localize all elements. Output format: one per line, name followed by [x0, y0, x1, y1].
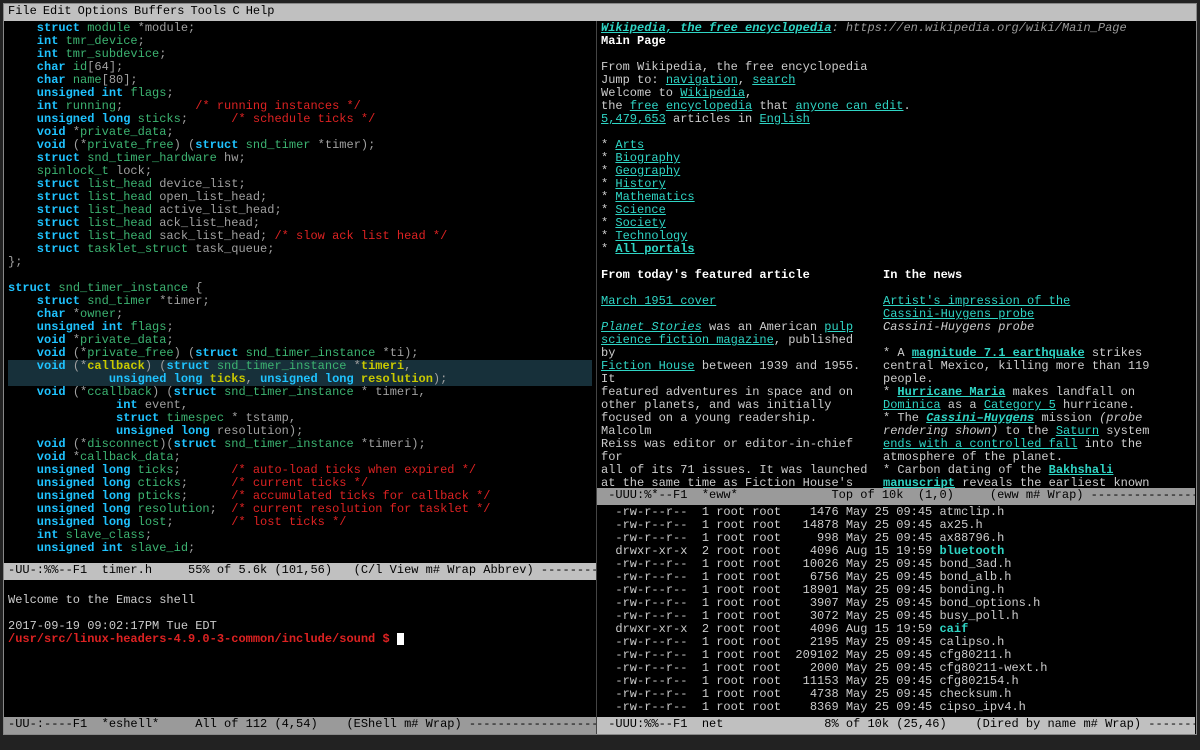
news-caption: Cassini-Huygens probe	[883, 320, 1034, 334]
source-buffer[interactable]: struct module *module; int tmr_device; i…	[4, 21, 596, 563]
portal-link[interactable]: All portals	[615, 242, 694, 256]
portal-link[interactable]: Science	[615, 203, 665, 217]
welcome-label: Welcome to	[601, 86, 680, 100]
menu-help[interactable]: Help	[246, 5, 275, 20]
portal-link[interactable]: Biography	[615, 151, 680, 165]
dired-entry[interactable]: caif	[939, 622, 968, 636]
dired-entry[interactable]: bonding.h	[939, 583, 1004, 597]
anyone-edit-link[interactable]: anyone can edit	[795, 99, 903, 113]
dired-entry[interactable]: ax88796.h	[939, 531, 1004, 545]
eshell-buffer[interactable]: Welcome to the Emacs shell 2017-09-19 09…	[4, 580, 596, 717]
dired-entry[interactable]: bond_3ad.h	[939, 557, 1011, 571]
portal-link[interactable]: Geography	[615, 164, 680, 178]
portal-link[interactable]: Arts	[615, 138, 644, 152]
news-image-link-2[interactable]: Cassini-Huygens probe	[883, 307, 1034, 321]
wikipedia-link[interactable]: Wikipedia	[680, 86, 745, 100]
left-column: struct module *module; int tmr_device; i…	[4, 21, 597, 734]
window-split: struct module *module; int tmr_device; i…	[4, 21, 1196, 734]
encyclopedia-link[interactable]: encyclopedia	[666, 99, 752, 113]
eshell-welcome: Welcome to the Emacs shell	[8, 593, 195, 607]
wiki-title: Wikipedia, the free encyclopedia	[601, 21, 831, 35]
dired-entry[interactable]: cipso_ipv4.h	[939, 700, 1025, 714]
modeline-source: -UU-:%%--F1 timer.h 55% of 5.6k (101,56)…	[4, 563, 596, 580]
featured-article-heading: From today's featured article	[601, 268, 810, 282]
portal-link[interactable]: Technology	[615, 229, 687, 243]
dired-entry[interactable]: cfg802154.h	[939, 674, 1018, 688]
cursor-icon	[397, 633, 404, 645]
news-image-link[interactable]: Artist's impression of the	[883, 294, 1070, 308]
free-link[interactable]: free	[630, 99, 659, 113]
dired-entry[interactable]: bond_options.h	[939, 596, 1040, 610]
portal-link[interactable]: History	[615, 177, 665, 191]
portal-link[interactable]: Mathematics	[615, 190, 694, 204]
eshell-prompt: /usr/src/linux-headers-4.9.0-3-common/in…	[8, 632, 390, 646]
menu-edit[interactable]: Edit	[43, 5, 72, 20]
menu-options[interactable]: Options	[78, 5, 128, 20]
featured-article-body: Planet Stories was an American pulpscien…	[601, 320, 867, 488]
news-body: * A magnitude 7.1 earthquake strikes cen…	[883, 346, 1149, 488]
dired-buffer[interactable]: -rw-r--r-- 1 root root 1476 May 25 09:45…	[597, 505, 1195, 717]
search-link[interactable]: search	[752, 73, 795, 87]
right-column: Wikipedia, the free encyclopedia: https:…	[597, 21, 1195, 734]
page-heading: Main Page	[601, 34, 666, 48]
menu-buffers[interactable]: Buffers	[134, 5, 184, 20]
dired-entry[interactable]: calipso.h	[939, 635, 1004, 649]
jump-label: Jump to:	[601, 73, 666, 87]
eshell-timestamp: 2017-09-19 09:02:17PM Tue EDT	[8, 619, 217, 633]
portal-link[interactable]: Society	[615, 216, 665, 230]
dired-entry[interactable]: bond_alb.h	[939, 570, 1011, 584]
news-heading: In the news	[883, 268, 962, 282]
dired-entry[interactable]: atmclip.h	[939, 505, 1004, 519]
dired-entry[interactable]: bluetooth	[939, 544, 1004, 558]
dired-entry[interactable]: cfg80211.h	[939, 648, 1011, 662]
menu-file[interactable]: File	[8, 5, 37, 20]
dired-entry[interactable]: cfg80211-wext.h	[939, 661, 1047, 675]
eww-buffer[interactable]: Wikipedia, the free encyclopedia: https:…	[597, 21, 1195, 488]
dired-entry[interactable]: checksum.h	[939, 687, 1011, 701]
modeline-eshell: -UU-:----F1 *eshell* All of 112 (4,54) (…	[4, 717, 596, 734]
dired-entry[interactable]: ax25.h	[939, 518, 982, 532]
modeline-eww: -UUU:%*--F1 *eww* Top of 10k (1,0) (eww …	[597, 488, 1195, 505]
wiki-from: From Wikipedia, the free encyclopedia	[601, 60, 867, 74]
dired-entry[interactable]: busy_poll.h	[939, 609, 1018, 623]
nav-link[interactable]: navigation	[666, 73, 738, 87]
menu-c[interactable]: C	[232, 5, 239, 20]
article-count[interactable]: 5,479,653	[601, 112, 666, 126]
menu-bar[interactable]: File Edit Options Buffers Tools C Help	[4, 4, 1196, 21]
portal-list: * Arts * Biography * Geography * History…	[601, 139, 1191, 256]
menu-tools[interactable]: Tools	[190, 5, 226, 20]
cover-link[interactable]: March 1951 cover	[601, 294, 716, 308]
modeline-dired: -UUU:%%--F1 net 8% of 10k (25,46) (Dired…	[597, 717, 1195, 734]
emacs-frame: File Edit Options Buffers Tools C Help struct …	[3, 3, 1197, 735]
english-link[interactable]: English	[759, 112, 809, 126]
wiki-url: : https://en.wikipedia.org/wiki/Main_Pag…	[831, 21, 1126, 35]
